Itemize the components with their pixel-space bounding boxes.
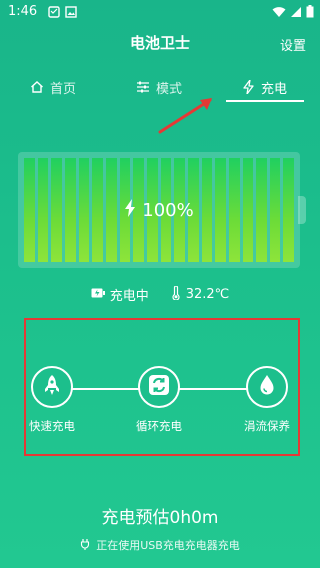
status-bar: 1:46 — [0, 0, 320, 24]
home-icon — [30, 80, 44, 94]
mode-cycle-charge[interactable]: 循环充电 — [129, 366, 189, 434]
mode-icon-circle — [246, 366, 288, 408]
notification-icon — [48, 6, 60, 22]
temperature: 32.2℃ — [171, 284, 230, 304]
signal-icon — [290, 6, 302, 22]
page-title: 电池卫士 — [129, 34, 190, 52]
bolt-icon — [124, 198, 136, 222]
thermometer-icon — [171, 284, 181, 304]
cycle-icon — [148, 374, 170, 400]
temperature-text: 32.2℃ — [185, 287, 230, 302]
charge-estimate: 充电预估0h0m — [101, 508, 219, 528]
battery-icon — [306, 5, 314, 22]
mode-trickle-maintenance[interactable]: 涓流保养 — [237, 366, 297, 434]
mode-icon-circle — [31, 366, 73, 408]
tab-label: 充电 — [261, 81, 288, 97]
wifi-icon — [272, 6, 286, 22]
battery-percent: 100% — [142, 199, 194, 221]
sliders-icon — [136, 80, 150, 94]
settings-button[interactable]: 设置 — [280, 35, 306, 54]
rocket-icon — [43, 374, 61, 400]
mode-fast-charge[interactable]: 快速充电 — [22, 366, 82, 434]
image-icon — [65, 6, 77, 22]
mode-icon-circle — [138, 366, 180, 408]
tab-indicator — [226, 100, 304, 102]
bolt-icon — [243, 80, 255, 94]
mode-label: 循环充电 — [136, 419, 182, 433]
mode-label: 涓流保养 — [244, 419, 290, 433]
droplet-icon — [258, 374, 276, 400]
usb-info-text: 正在使用USB充电充电器充电 — [96, 539, 240, 552]
charge-status-row: 充电中 32.2℃ — [0, 284, 320, 304]
tab-label: 首页 — [50, 81, 77, 97]
battery-charging-icon — [91, 287, 105, 302]
red-arrow-annotation — [158, 98, 212, 134]
plug-icon — [80, 538, 90, 553]
battery-level-label: 100% — [18, 152, 300, 268]
status-time: 1:46 — [8, 4, 38, 19]
tab-charge[interactable]: 充电 — [243, 72, 287, 102]
mode-label: 快速充电 — [29, 419, 75, 433]
tab-home[interactable]: 首页 — [30, 72, 76, 102]
charging-state: 充电中 — [91, 285, 149, 304]
usb-info-row: 正在使用USB充电充电器充电 — [0, 537, 320, 553]
charging-state-text: 充电中 — [109, 289, 149, 304]
